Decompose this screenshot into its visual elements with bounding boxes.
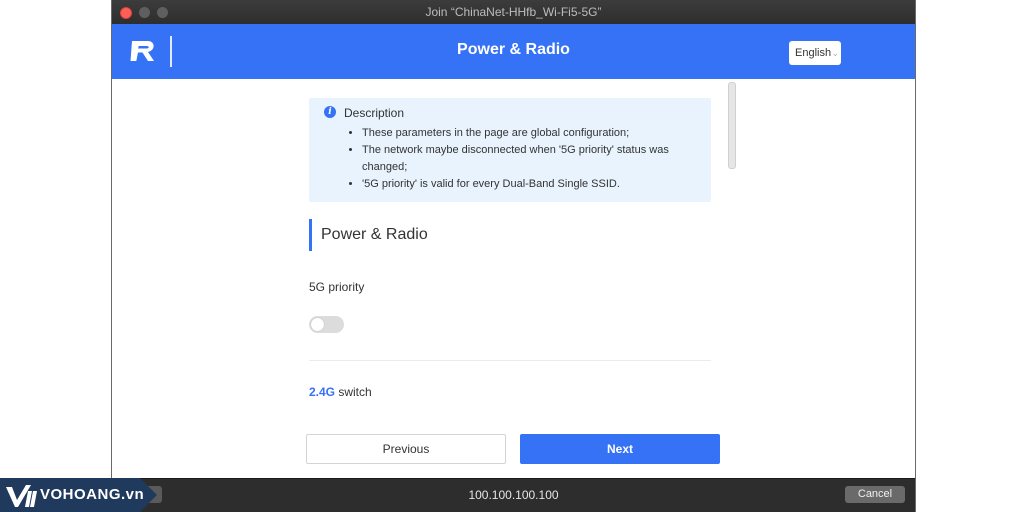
section-divider	[309, 360, 711, 361]
description-list: These parameters in the page are global …	[343, 125, 682, 193]
description-title: Description	[344, 106, 405, 120]
section-title: Power & Radio	[309, 219, 428, 251]
switch-text: switch	[335, 385, 372, 399]
watermark-banner: VOHOANG.vn	[0, 478, 157, 512]
toggle-knob	[311, 318, 324, 331]
window-titlebar: Join “ChinaNet-HHfb_Wi-Fi5-5G”	[112, 0, 915, 25]
2-4g-switch-label: 2.4G switch	[309, 385, 372, 399]
chevron-down-icon: ⌄	[831, 48, 839, 58]
description-panel: i Description These parameters in the pa…	[309, 98, 711, 202]
bottom-bar: 100.100.100.100 Cancel	[112, 478, 915, 512]
5g-priority-toggle[interactable]	[309, 316, 344, 333]
description-item: These parameters in the page are global …	[362, 125, 682, 142]
info-icon: i	[324, 106, 336, 118]
watermark-text: VOHOANG.vn	[40, 486, 145, 503]
language-value: English	[795, 47, 832, 59]
page-header: Power & Radio English ⌄	[112, 24, 915, 79]
2-4g-highlight: 2.4G	[309, 385, 336, 399]
captive-portal-window: Join “ChinaNet-HHfb_Wi-Fi5-5G” Power & R…	[111, 0, 916, 512]
description-item: '5G priority' is valid for every Dual-Ba…	[362, 176, 682, 193]
window-title: Join “ChinaNet-HHfb_Wi-Fi5-5G”	[425, 5, 602, 19]
language-select[interactable]: English ⌄	[789, 41, 841, 65]
vohoang-logo-icon	[6, 485, 37, 507]
cancel-button[interactable]: Cancel	[845, 486, 905, 503]
content-area: i Description These parameters in the pa…	[112, 79, 915, 478]
5g-priority-label: 5G priority	[309, 280, 365, 294]
description-item: The network maybe disconnected when '5G …	[362, 142, 682, 176]
previous-button[interactable]: Previous	[306, 434, 506, 464]
next-button[interactable]: Next	[520, 434, 720, 464]
vertical-scrollbar[interactable]	[728, 82, 736, 169]
portal-url: 100.100.100.100	[468, 488, 559, 502]
